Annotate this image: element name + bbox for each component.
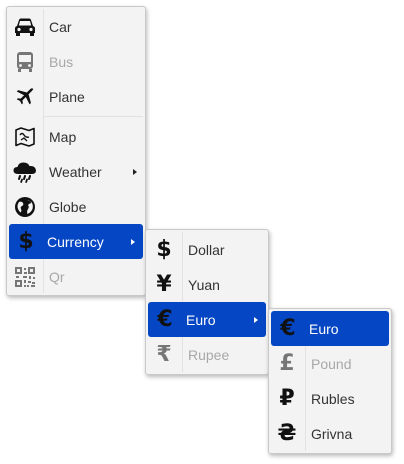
plane-icon <box>7 79 43 114</box>
dollar-icon: $ <box>18 228 34 254</box>
menu-item-label: Pound <box>311 355 352 372</box>
menu-item-euro[interactable]: € Euro <box>148 302 266 337</box>
globe-icon <box>7 189 43 224</box>
menu-item-label: Euro <box>309 320 339 337</box>
submenu-arrow-icon <box>254 316 258 323</box>
menu-item-dollar[interactable]: $ Dollar <box>146 232 268 267</box>
menu-item-label: Euro <box>186 311 216 328</box>
dollar-icon: $ <box>156 236 172 262</box>
menu-item-euro-currency[interactable]: € Euro <box>271 311 389 346</box>
pound-icon: £ <box>279 350 295 376</box>
menu-item-label: Globe <box>49 198 87 215</box>
menu-item-rubles[interactable]: ₽ Rubles <box>269 381 391 416</box>
menu-item-globe[interactable]: Globe <box>7 189 145 224</box>
qr-icon <box>7 259 43 294</box>
menu-item-label: Bus <box>49 53 74 70</box>
euro-icon: € <box>280 315 296 341</box>
ruble-icon: ₽ <box>279 385 295 411</box>
submenu-arrow-icon <box>133 168 137 175</box>
menu-item-label: Rupee <box>188 346 230 363</box>
map-icon <box>7 119 43 154</box>
menu-item-label: Dollar <box>188 241 225 258</box>
yuan-icon: ¥ <box>156 271 172 297</box>
menu-item-label: Currency <box>47 233 104 250</box>
menu-item-weather[interactable]: Weather <box>7 154 145 189</box>
menu-item-label: Weather <box>49 163 102 180</box>
menu-item-label: Grivna <box>311 425 353 442</box>
menu-item-pound[interactable]: £ Pound <box>269 346 391 381</box>
menu-item-label: Yuan <box>188 276 220 293</box>
bus-icon <box>7 44 43 79</box>
menu-item-currency[interactable]: $ Currency <box>9 224 143 259</box>
menu-item-bus[interactable]: Bus <box>7 44 145 79</box>
menu-item-yuan[interactable]: ¥ Yuan <box>146 267 268 302</box>
menu-item-label: Plane <box>49 88 85 105</box>
car-icon <box>7 9 43 44</box>
menu-item-grivna[interactable]: ₴ Grivna <box>269 416 391 451</box>
main-context-menu: Car Bus Plane Map Weather Globe $ Curren… <box>6 6 146 296</box>
rupee-icon: ₹ <box>156 341 172 367</box>
hryvnia-icon: ₴ <box>277 420 297 446</box>
submenu-arrow-icon <box>131 238 135 245</box>
menu-item-qr[interactable]: Qr <box>7 259 145 294</box>
menu-item-label: Car <box>49 18 72 35</box>
menu-item-label: Qr <box>49 268 65 285</box>
weather-icon <box>7 154 43 189</box>
euro-submenu: € Euro £ Pound ₽ Rubles ₴ Grivna <box>268 308 392 454</box>
menu-item-label: Map <box>49 128 77 145</box>
menu-item-plane[interactable]: Plane <box>7 79 145 114</box>
menu-item-label: Rubles <box>311 390 355 407</box>
menu-item-car[interactable]: Car <box>7 9 145 44</box>
menu-separator <box>44 116 143 117</box>
menu-item-map[interactable]: Map <box>7 119 145 154</box>
euro-icon: € <box>157 306 173 332</box>
currency-submenu: $ Dollar ¥ Yuan € Euro ₹ Rupee <box>145 229 269 375</box>
menu-item-rupee[interactable]: ₹ Rupee <box>146 337 268 372</box>
